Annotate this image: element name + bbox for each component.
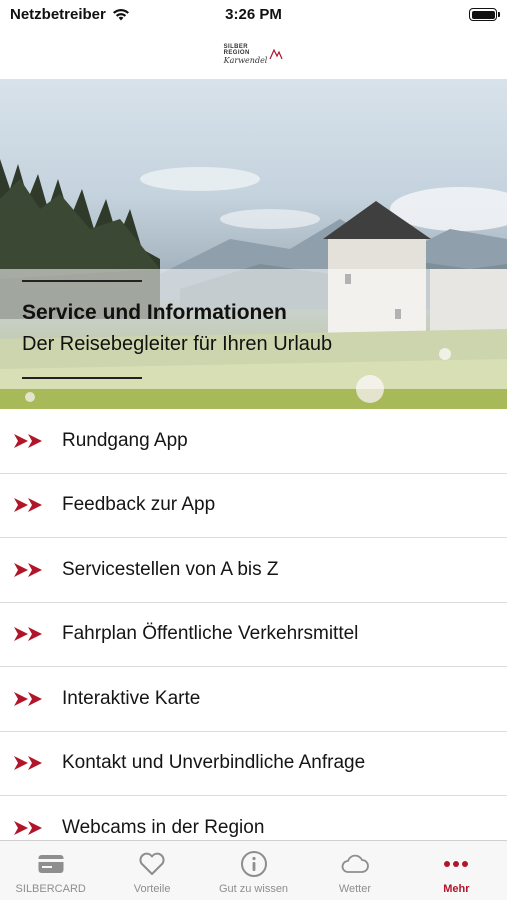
menu-item-label: Webcams in der Region bbox=[62, 816, 265, 838]
hero-caption-band bbox=[0, 269, 507, 389]
menu-item-label: Servicestellen von A bis Z bbox=[62, 558, 279, 580]
tab-wetter[interactable]: Wetter bbox=[304, 841, 405, 900]
info-icon bbox=[240, 851, 268, 877]
hero-divider-top bbox=[22, 280, 142, 282]
menu-item-interaktive-karte[interactable]: Interaktive Karte bbox=[0, 667, 507, 732]
service-menu-list: Rundgang App Feedback zur App Serviceste… bbox=[0, 409, 507, 839]
menu-item-rundgang-app[interactable]: Rundgang App bbox=[0, 409, 507, 474]
status-bar: Netzbetreiber 3:26 PM bbox=[0, 0, 507, 30]
double-arrow-icon bbox=[0, 627, 62, 642]
status-time: 3:26 PM bbox=[225, 6, 282, 23]
tab-label: Wetter bbox=[338, 883, 372, 895]
region-logo[interactable]: SILBER REGION Karwendel bbox=[224, 44, 284, 65]
menu-item-label: Fahrplan Öffentliche Verkehrsmittel bbox=[62, 623, 359, 645]
menu-item-fahrplan[interactable]: Fahrplan Öffentliche Verkehrsmittel bbox=[0, 603, 507, 667]
tab-label: SILBERCARD bbox=[15, 883, 86, 895]
app-header: SILBER REGION Karwendel bbox=[0, 30, 507, 78]
tab-silbercard[interactable]: SILBERCARD bbox=[0, 841, 101, 900]
double-arrow-icon bbox=[0, 433, 62, 448]
double-arrow-icon bbox=[0, 691, 62, 706]
tab-mehr[interactable]: Mehr bbox=[406, 841, 507, 900]
menu-item-webcams[interactable]: Webcams in der Region bbox=[0, 796, 507, 839]
menu-item-label: Feedback zur App bbox=[62, 494, 216, 516]
cloud-icon bbox=[340, 851, 370, 877]
menu-item-label: Kontakt und Unverbindliche Anfrage bbox=[62, 752, 366, 774]
tab-gut-zu-wissen[interactable]: Gut zu wissen bbox=[203, 841, 304, 900]
menu-item-servicestellen[interactable]: Servicestellen von A bis Z bbox=[0, 538, 507, 603]
menu-item-label: Interaktive Karte bbox=[62, 687, 201, 709]
double-arrow-icon bbox=[0, 562, 62, 577]
tab-bar: SILBERCARD Vorteile Gut zu wissen Wetter… bbox=[0, 840, 507, 900]
card-icon bbox=[37, 851, 65, 877]
menu-item-label: Rundgang App bbox=[62, 429, 188, 451]
battery-icon bbox=[469, 8, 500, 21]
tab-vorteile[interactable]: Vorteile bbox=[101, 841, 202, 900]
heart-icon bbox=[138, 851, 166, 877]
double-arrow-icon bbox=[0, 498, 62, 513]
logo-mark-icon bbox=[269, 48, 283, 60]
menu-item-feedback[interactable]: Feedback zur App bbox=[0, 474, 507, 538]
tab-label: Mehr bbox=[443, 883, 470, 895]
menu-item-kontakt[interactable]: Kontakt und Unverbindliche Anfrage bbox=[0, 732, 507, 796]
double-arrow-icon bbox=[0, 820, 62, 835]
tab-label: Gut zu wissen bbox=[218, 883, 289, 895]
hero-banner: Service und Informationen Der Reisebegle… bbox=[0, 79, 507, 409]
more-icon bbox=[442, 851, 470, 877]
double-arrow-icon bbox=[0, 756, 62, 771]
hero-divider-bottom bbox=[22, 377, 142, 379]
hero-subtitle: Der Reisebegleiter für Ihren Urlaub bbox=[22, 333, 333, 355]
tab-label: Vorteile bbox=[133, 883, 171, 895]
hero-title: Service und Informationen bbox=[22, 301, 287, 324]
